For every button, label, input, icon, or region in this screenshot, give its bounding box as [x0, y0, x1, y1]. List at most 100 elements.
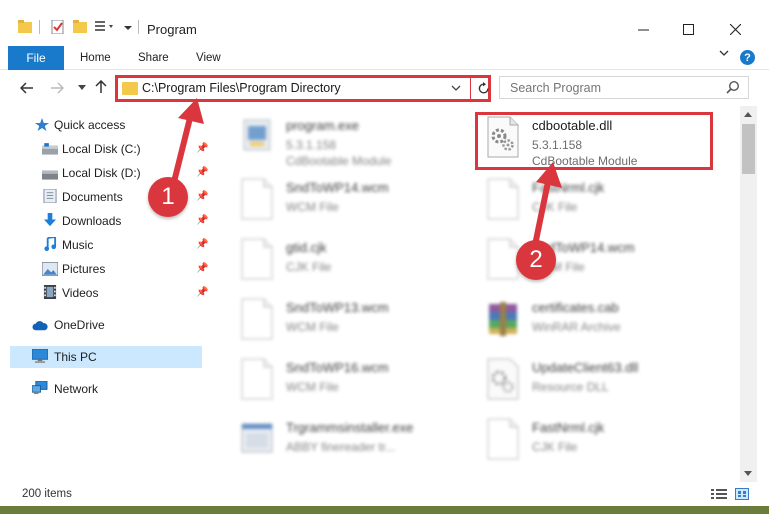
vertical-scrollbar[interactable] [740, 106, 757, 482]
step-badge-2: 2 [516, 240, 556, 280]
file-type: CJK File [532, 200, 578, 214]
sidebar-label: Documents [62, 190, 123, 204]
file-type: Resource DLL [532, 380, 609, 394]
list-item[interactable]: SndToWP16.wcm WCM File [234, 354, 464, 408]
back-arrow-icon[interactable] [20, 82, 34, 94]
sidebar-label: Local Disk (D:) [62, 166, 141, 180]
folder-icon [122, 82, 138, 95]
sidebar-item-onedrive[interactable]: OneDrive [10, 314, 202, 336]
list-item[interactable]: FastNrml.cjk CJK File [480, 174, 710, 228]
list-item[interactable]: SndToWP14.wcm WCM File [234, 174, 464, 228]
search-input[interactable] [500, 77, 720, 98]
list-item[interactable]: gtid.cjk CJK File [234, 234, 464, 288]
list-item[interactable]: UpdateClient63.dll Resource DLL [480, 354, 710, 408]
sidebar-item-quick-access[interactable]: Quick access [10, 114, 202, 136]
pin-icon[interactable]: 📌 [196, 167, 208, 178]
generic-file-icon [241, 358, 273, 400]
archive-file-icon [489, 302, 517, 336]
properties-icon[interactable] [51, 20, 65, 34]
refresh-icon[interactable] [478, 82, 490, 95]
network-icon [32, 381, 48, 395]
close-icon [729, 23, 741, 35]
generic-file-icon [487, 178, 519, 220]
item-count: 200 items [22, 488, 72, 500]
tab-view[interactable]: View [196, 52, 221, 64]
sidebar-label: Quick access [54, 118, 126, 132]
expand-ribbon-icon[interactable] [719, 49, 729, 57]
file-name: program.exe [286, 118, 359, 133]
details-view-icon[interactable] [711, 488, 727, 500]
file-name: Trgrammsinstaller.exe [286, 420, 414, 435]
list-item[interactable]: SndToWP14.wcm WCM File [480, 234, 710, 288]
list-item[interactable]: SndToWP13.wcm WCM File [234, 294, 464, 348]
file-type: CJK File [286, 260, 332, 274]
sidebar-item-network[interactable]: Network [10, 378, 202, 400]
file-name: certificates.cab [532, 300, 619, 315]
list-item[interactable]: certificates.cab WinRAR Archive [480, 294, 710, 348]
separator [470, 78, 471, 99]
window-title: Program [147, 22, 197, 37]
pin-icon[interactable]: 📌 [196, 287, 208, 298]
list-item[interactable]: program.exe 5.3.1.158 CdBootable Module [234, 112, 464, 168]
generic-file-icon [241, 238, 273, 280]
address-bar[interactable]: C:\Program Files\Program Directory [115, 75, 491, 102]
chevron-down-icon[interactable] [451, 85, 461, 92]
address-path[interactable]: C:\Program Files\Program Directory [142, 81, 341, 95]
desktop-background [0, 506, 769, 514]
pin-icon[interactable]: 📌 [196, 263, 208, 274]
pin-icon[interactable]: 📌 [196, 239, 208, 250]
close-button[interactable] [712, 14, 758, 44]
sidebar-label: Local Disk (C:) [62, 142, 141, 156]
exe-file-icon [243, 119, 271, 151]
scrollbar-thumb[interactable] [742, 124, 755, 174]
file-name: SndToWP13.wcm [286, 300, 389, 315]
list-item[interactable]: Trgrammsinstaller.exe ABBY finereader tr… [234, 414, 464, 468]
drive-icon [42, 170, 58, 180]
sidebar-item-local-disk-c[interactable]: Local Disk (C:) 📌 [10, 138, 208, 160]
customize-toolbar-icon[interactable] [95, 20, 117, 34]
tab-share[interactable]: Share [138, 52, 169, 64]
generic-file-icon [487, 238, 519, 280]
forward-arrow-icon[interactable] [50, 82, 64, 94]
pin-icon[interactable]: 📌 [196, 215, 208, 226]
list-item[interactable]: FastNrml.cjk CJK File [480, 414, 710, 468]
help-icon[interactable]: ? [740, 50, 755, 65]
file-type: ABBY finereader tr... [286, 440, 396, 454]
drive-icon [42, 143, 58, 155]
file-highlight-box [475, 112, 713, 170]
sidebar-label: Pictures [62, 262, 106, 276]
file-type: WCM File [286, 380, 339, 394]
up-arrow-icon[interactable] [95, 80, 107, 94]
recent-locations-icon[interactable] [78, 85, 86, 91]
tab-file[interactable]: File [8, 46, 64, 70]
exe-file-icon [241, 423, 273, 453]
navigation-bar: C:\Program Files\Program Directory [0, 70, 769, 106]
documents-icon [43, 189, 57, 203]
scroll-up-icon[interactable] [743, 111, 753, 118]
sidebar-item-music[interactable]: Music 📌 [10, 234, 208, 256]
maximize-button[interactable] [665, 14, 711, 44]
chevron-down-icon[interactable] [124, 24, 132, 32]
sidebar-item-this-pc[interactable]: This PC [10, 346, 202, 368]
file-type: CJK File [532, 440, 578, 454]
tab-home[interactable]: Home [80, 52, 111, 64]
large-icons-view-icon[interactable] [735, 488, 749, 500]
videos-icon [43, 285, 57, 299]
file-name: FastNrml.cjk [532, 420, 605, 435]
title-bar: Program [0, 0, 769, 44]
pin-icon[interactable]: 📌 [196, 143, 208, 154]
file-type: WCM File [286, 200, 339, 214]
file-name: FastNrml.cjk [532, 180, 605, 195]
sidebar-item-videos[interactable]: Videos 📌 [10, 282, 208, 304]
minimize-button[interactable] [620, 14, 666, 44]
pictures-icon [42, 262, 58, 276]
sidebar-item-pictures[interactable]: Pictures 📌 [10, 258, 208, 280]
search-box[interactable] [499, 76, 749, 99]
sidebar-label: OneDrive [54, 318, 105, 332]
scroll-down-icon[interactable] [743, 470, 753, 477]
separator [39, 20, 40, 34]
new-folder-icon[interactable] [73, 20, 87, 34]
downloads-icon [43, 213, 57, 227]
ribbon: File Home Share View ? [0, 44, 769, 70]
pin-icon[interactable]: 📌 [196, 191, 208, 202]
